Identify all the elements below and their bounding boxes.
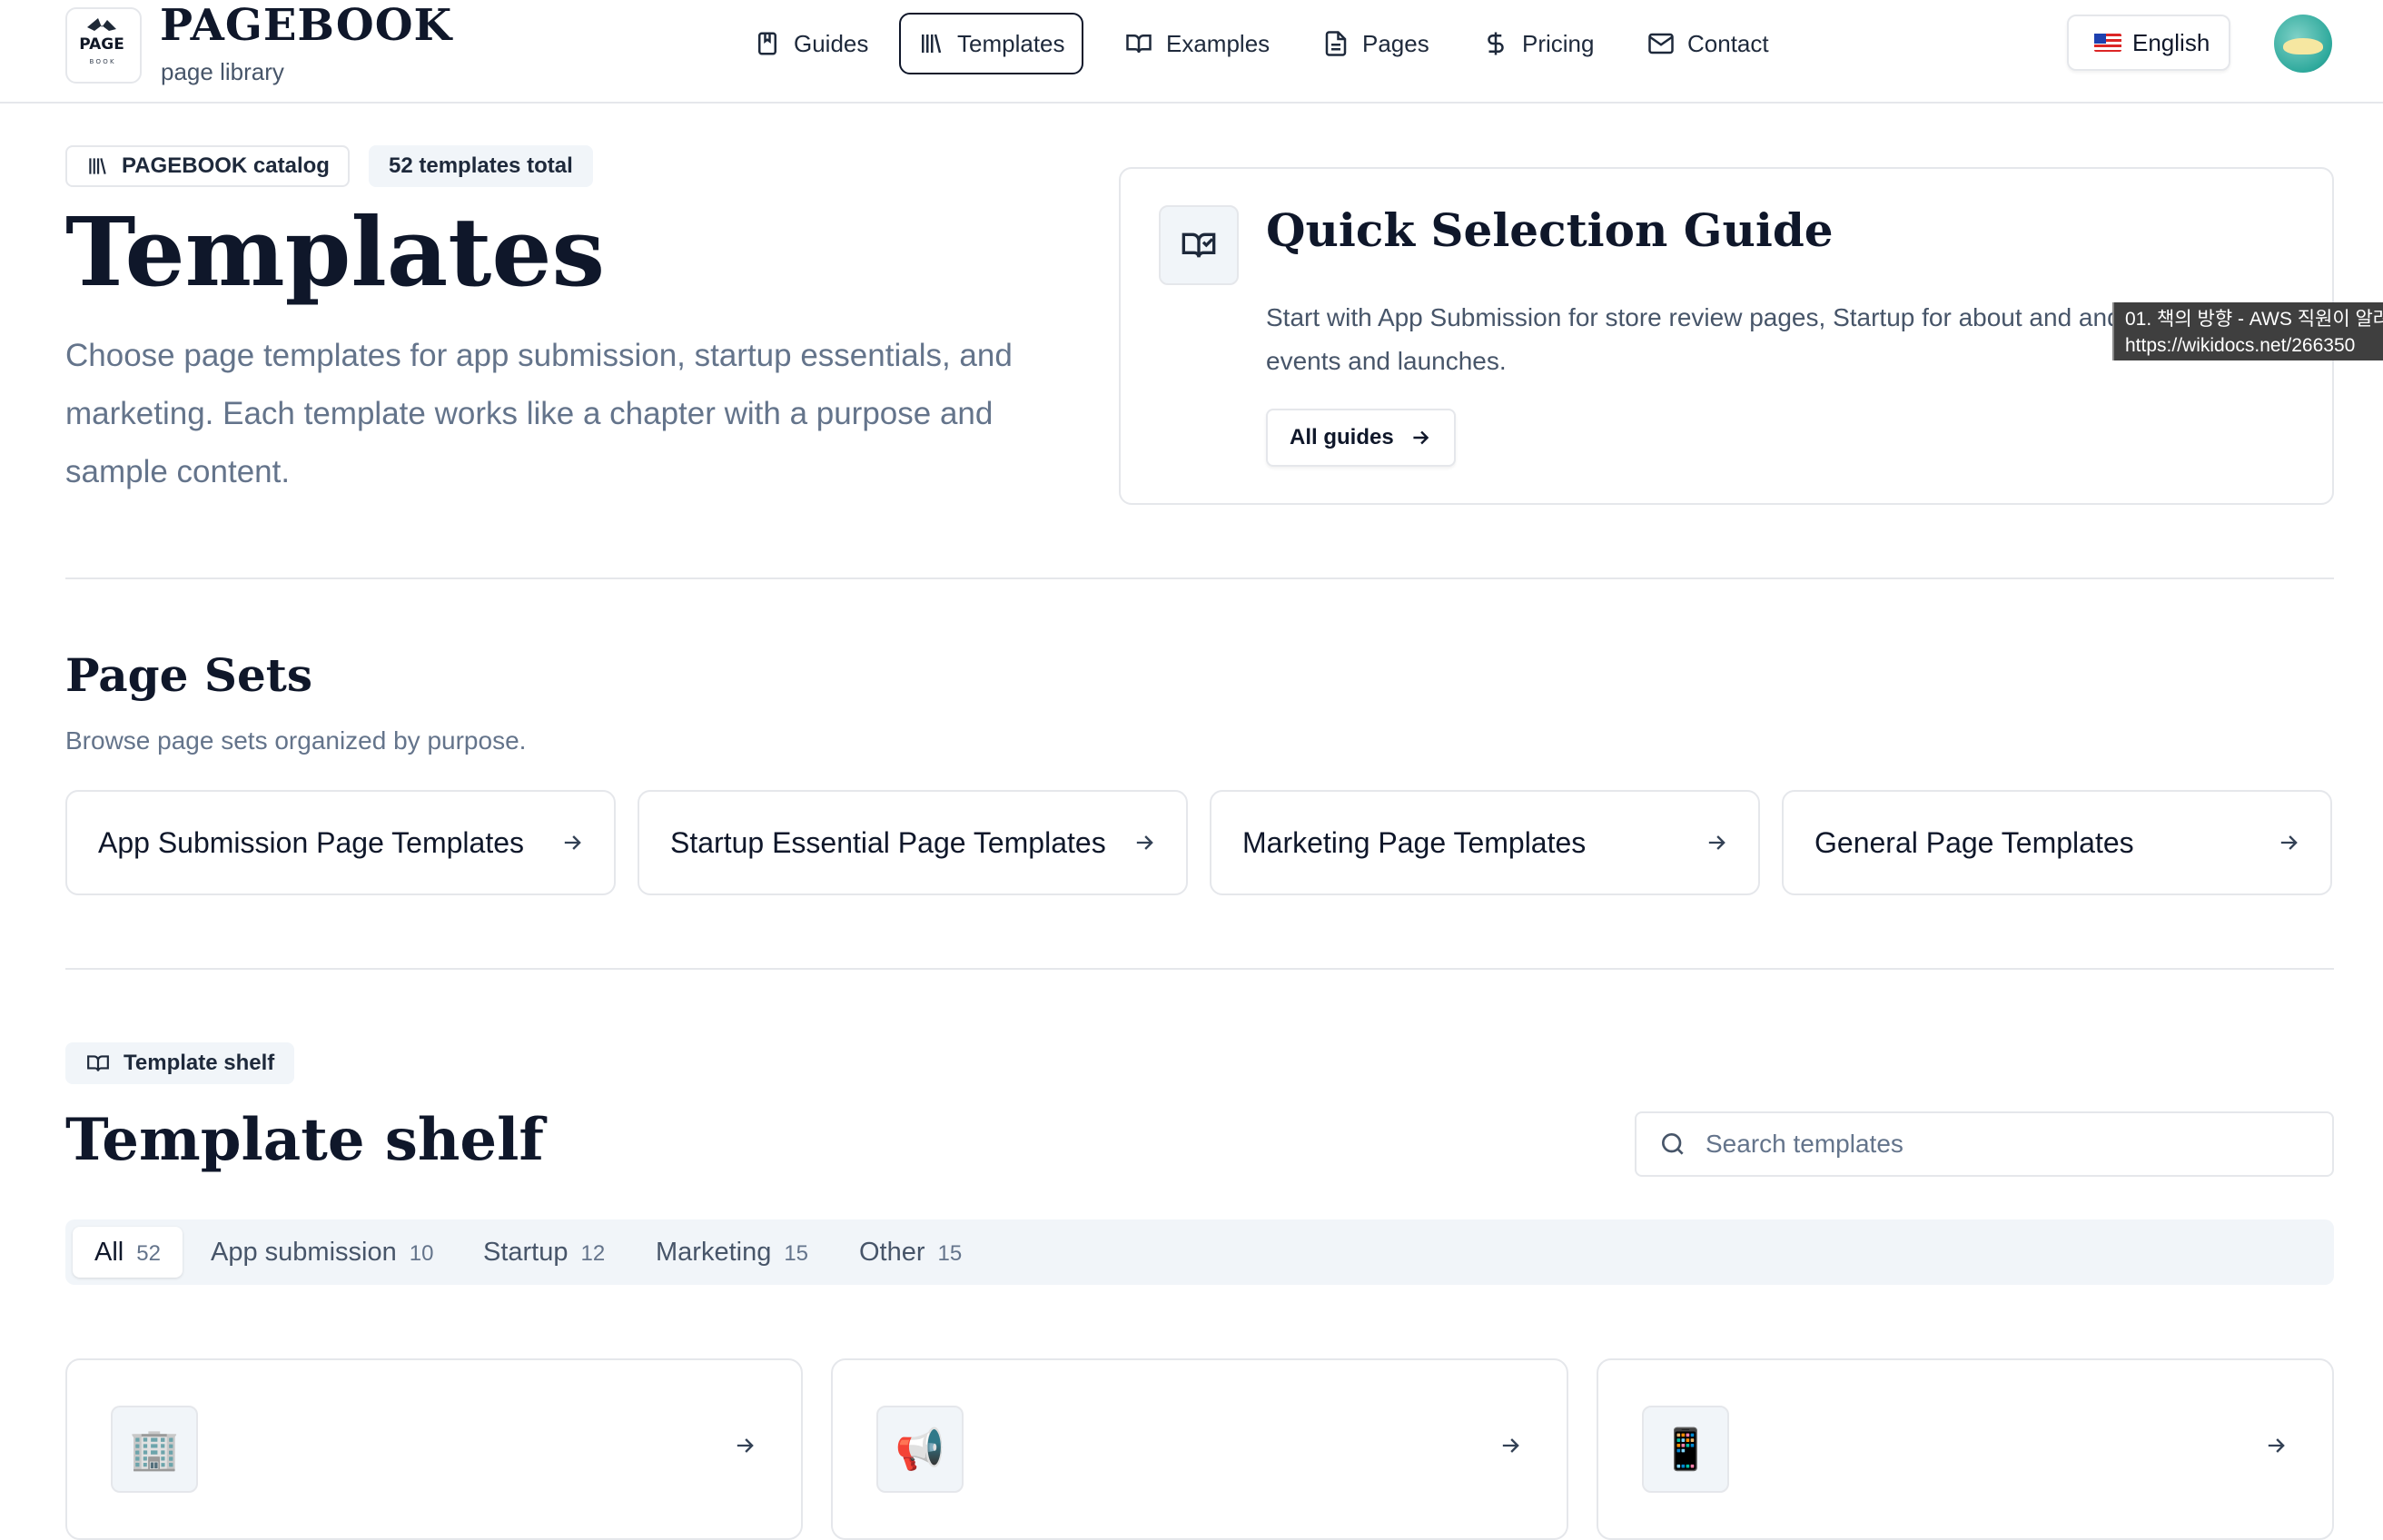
language-label: English xyxy=(2132,28,2210,56)
page-set-label: Marketing Page Templates xyxy=(1242,825,1587,859)
user-avatar[interactable] xyxy=(2274,15,2332,73)
filter-tab-startup[interactable]: Startup 12 xyxy=(461,1227,627,1278)
catalog-chip: PAGEBOOK catalog xyxy=(65,145,350,187)
filter-count: 52 xyxy=(136,1241,161,1266)
template-card[interactable]: 📢 xyxy=(831,1358,1568,1540)
us-flag-icon xyxy=(2094,34,2121,52)
arrow-right-icon xyxy=(2268,1438,2285,1453)
page-title: Templates xyxy=(65,196,606,308)
page-set-label: App Submission Page Templates xyxy=(98,825,525,859)
nav-templates[interactable]: Templates xyxy=(899,13,1083,74)
mail-icon xyxy=(1648,33,1674,54)
category-filter-bar: All 52 App submission 10 Startup 12 Marketi… xyxy=(65,1219,2334,1285)
filter-label: Marketing xyxy=(656,1238,772,1267)
filter-tab-app-submission[interactable]: App submission 10 xyxy=(189,1227,455,1278)
template-card[interactable]: 📱 xyxy=(1597,1358,2334,1540)
filter-count: 12 xyxy=(580,1241,606,1266)
filter-count: 15 xyxy=(784,1241,809,1266)
page-set-app-submission[interactable]: App Submission Page Templates xyxy=(65,790,616,895)
brand-subtitle: page library xyxy=(161,58,284,85)
logo-mark: PAGE B O O K xyxy=(79,18,124,65)
nav-examples[interactable]: Examples xyxy=(1108,13,1286,74)
filter-tab-other[interactable]: Other 15 xyxy=(837,1227,984,1278)
tooltip-title: 01. 책의 방향 - AWS 직원이 알려 xyxy=(2125,309,2383,330)
arrow-right-icon xyxy=(737,1438,754,1453)
nav-pricing[interactable]: Pricing xyxy=(1466,13,1610,74)
open-book-icon xyxy=(1126,35,1152,54)
tooltip-url: https://wikidocs.net/266350 xyxy=(2125,335,2356,356)
brand-title[interactable]: PAGEBOOK xyxy=(160,0,452,51)
arrow-right-icon xyxy=(2280,835,2298,850)
dollar-icon xyxy=(1488,32,1504,55)
nav-label: Pages xyxy=(1362,29,1429,57)
filter-tab-marketing[interactable]: Marketing 15 xyxy=(634,1227,830,1278)
language-selector[interactable]: English xyxy=(2067,15,2230,71)
all-guides-label: All guides xyxy=(1290,425,1394,449)
arrow-right-icon xyxy=(1708,835,1725,850)
filter-label: App submission xyxy=(211,1238,397,1267)
library-icon xyxy=(922,34,942,54)
brand-logo[interactable]: PAGE B O O K xyxy=(65,7,142,84)
document-icon xyxy=(1325,31,1347,56)
all-guides-button[interactable]: All guides xyxy=(1266,409,1456,467)
search-box[interactable] xyxy=(1635,1111,2334,1177)
filter-count: 10 xyxy=(409,1241,434,1266)
arrow-right-icon xyxy=(1502,1438,1519,1453)
page-description: Choose page templates for app submission… xyxy=(65,338,1013,489)
quick-guide-title: Quick Selection Guide xyxy=(1266,203,1834,257)
page-set-label: Startup Essential Page Templates xyxy=(670,825,1106,859)
filter-count: 15 xyxy=(937,1241,963,1266)
arrow-right-icon xyxy=(564,835,581,850)
logo-subtext: B O O K xyxy=(89,58,114,65)
arrow-right-icon xyxy=(1413,430,1429,445)
link-tooltip: 01. 책의 방향 - AWS 직원이 알려 https://wikidocs.… xyxy=(2112,302,2383,360)
nav-label: Pricing xyxy=(1522,29,1595,57)
nav-guides[interactable]: Guides xyxy=(737,13,885,74)
search-icon xyxy=(1662,1133,1684,1155)
total-templates-label: 52 templates total xyxy=(389,153,573,178)
filter-label: Startup xyxy=(483,1238,569,1267)
template-shelf-title: Template shelf xyxy=(65,1106,544,1174)
filter-tab-all[interactable]: All 52 xyxy=(73,1227,183,1278)
search-input[interactable] xyxy=(1704,1129,2252,1160)
page-sets-title: Page Sets xyxy=(65,648,312,702)
page-set-marketing[interactable]: Marketing Page Templates xyxy=(1210,790,1760,895)
section-divider xyxy=(65,968,2334,970)
page-set-label: General Page Templates xyxy=(1814,825,2134,859)
nav-label: Contact xyxy=(1687,29,1769,57)
filter-label: Other xyxy=(859,1238,925,1267)
logo-text: PAGE xyxy=(79,35,124,54)
book-check-icon xyxy=(1159,205,1239,285)
nav-label: Examples xyxy=(1166,29,1271,57)
library-icon xyxy=(89,158,106,174)
nav-label: Templates xyxy=(957,29,1065,57)
page-set-startup-essential[interactable]: Startup Essential Page Templates xyxy=(638,790,1188,895)
nav-label: Guides xyxy=(794,29,869,57)
template-card[interactable]: 🏢 xyxy=(65,1358,803,1540)
open-book-icon xyxy=(87,1055,109,1071)
nav-contact[interactable]: Contact xyxy=(1631,13,1785,74)
template-shelf-chip: Template shelf xyxy=(65,1042,295,1084)
page-set-general[interactable]: General Page Templates xyxy=(1782,790,2332,895)
page-sets-subtitle: Browse page sets organized by purpose. xyxy=(65,726,527,755)
arrow-right-icon xyxy=(1136,835,1153,850)
bookmark-book-icon xyxy=(758,32,776,55)
top-header: PAGE B O O K PAGEBOOK page library Guide… xyxy=(0,0,2383,104)
template-shelf-chip-label: Template shelf xyxy=(124,1051,275,1075)
filter-label: All xyxy=(94,1238,124,1267)
section-divider xyxy=(65,578,2334,579)
catalog-chip-label: PAGEBOOK catalog xyxy=(122,153,330,178)
nav-pages[interactable]: Pages xyxy=(1306,13,1446,74)
total-templates-chip: 52 templates total xyxy=(369,145,593,187)
